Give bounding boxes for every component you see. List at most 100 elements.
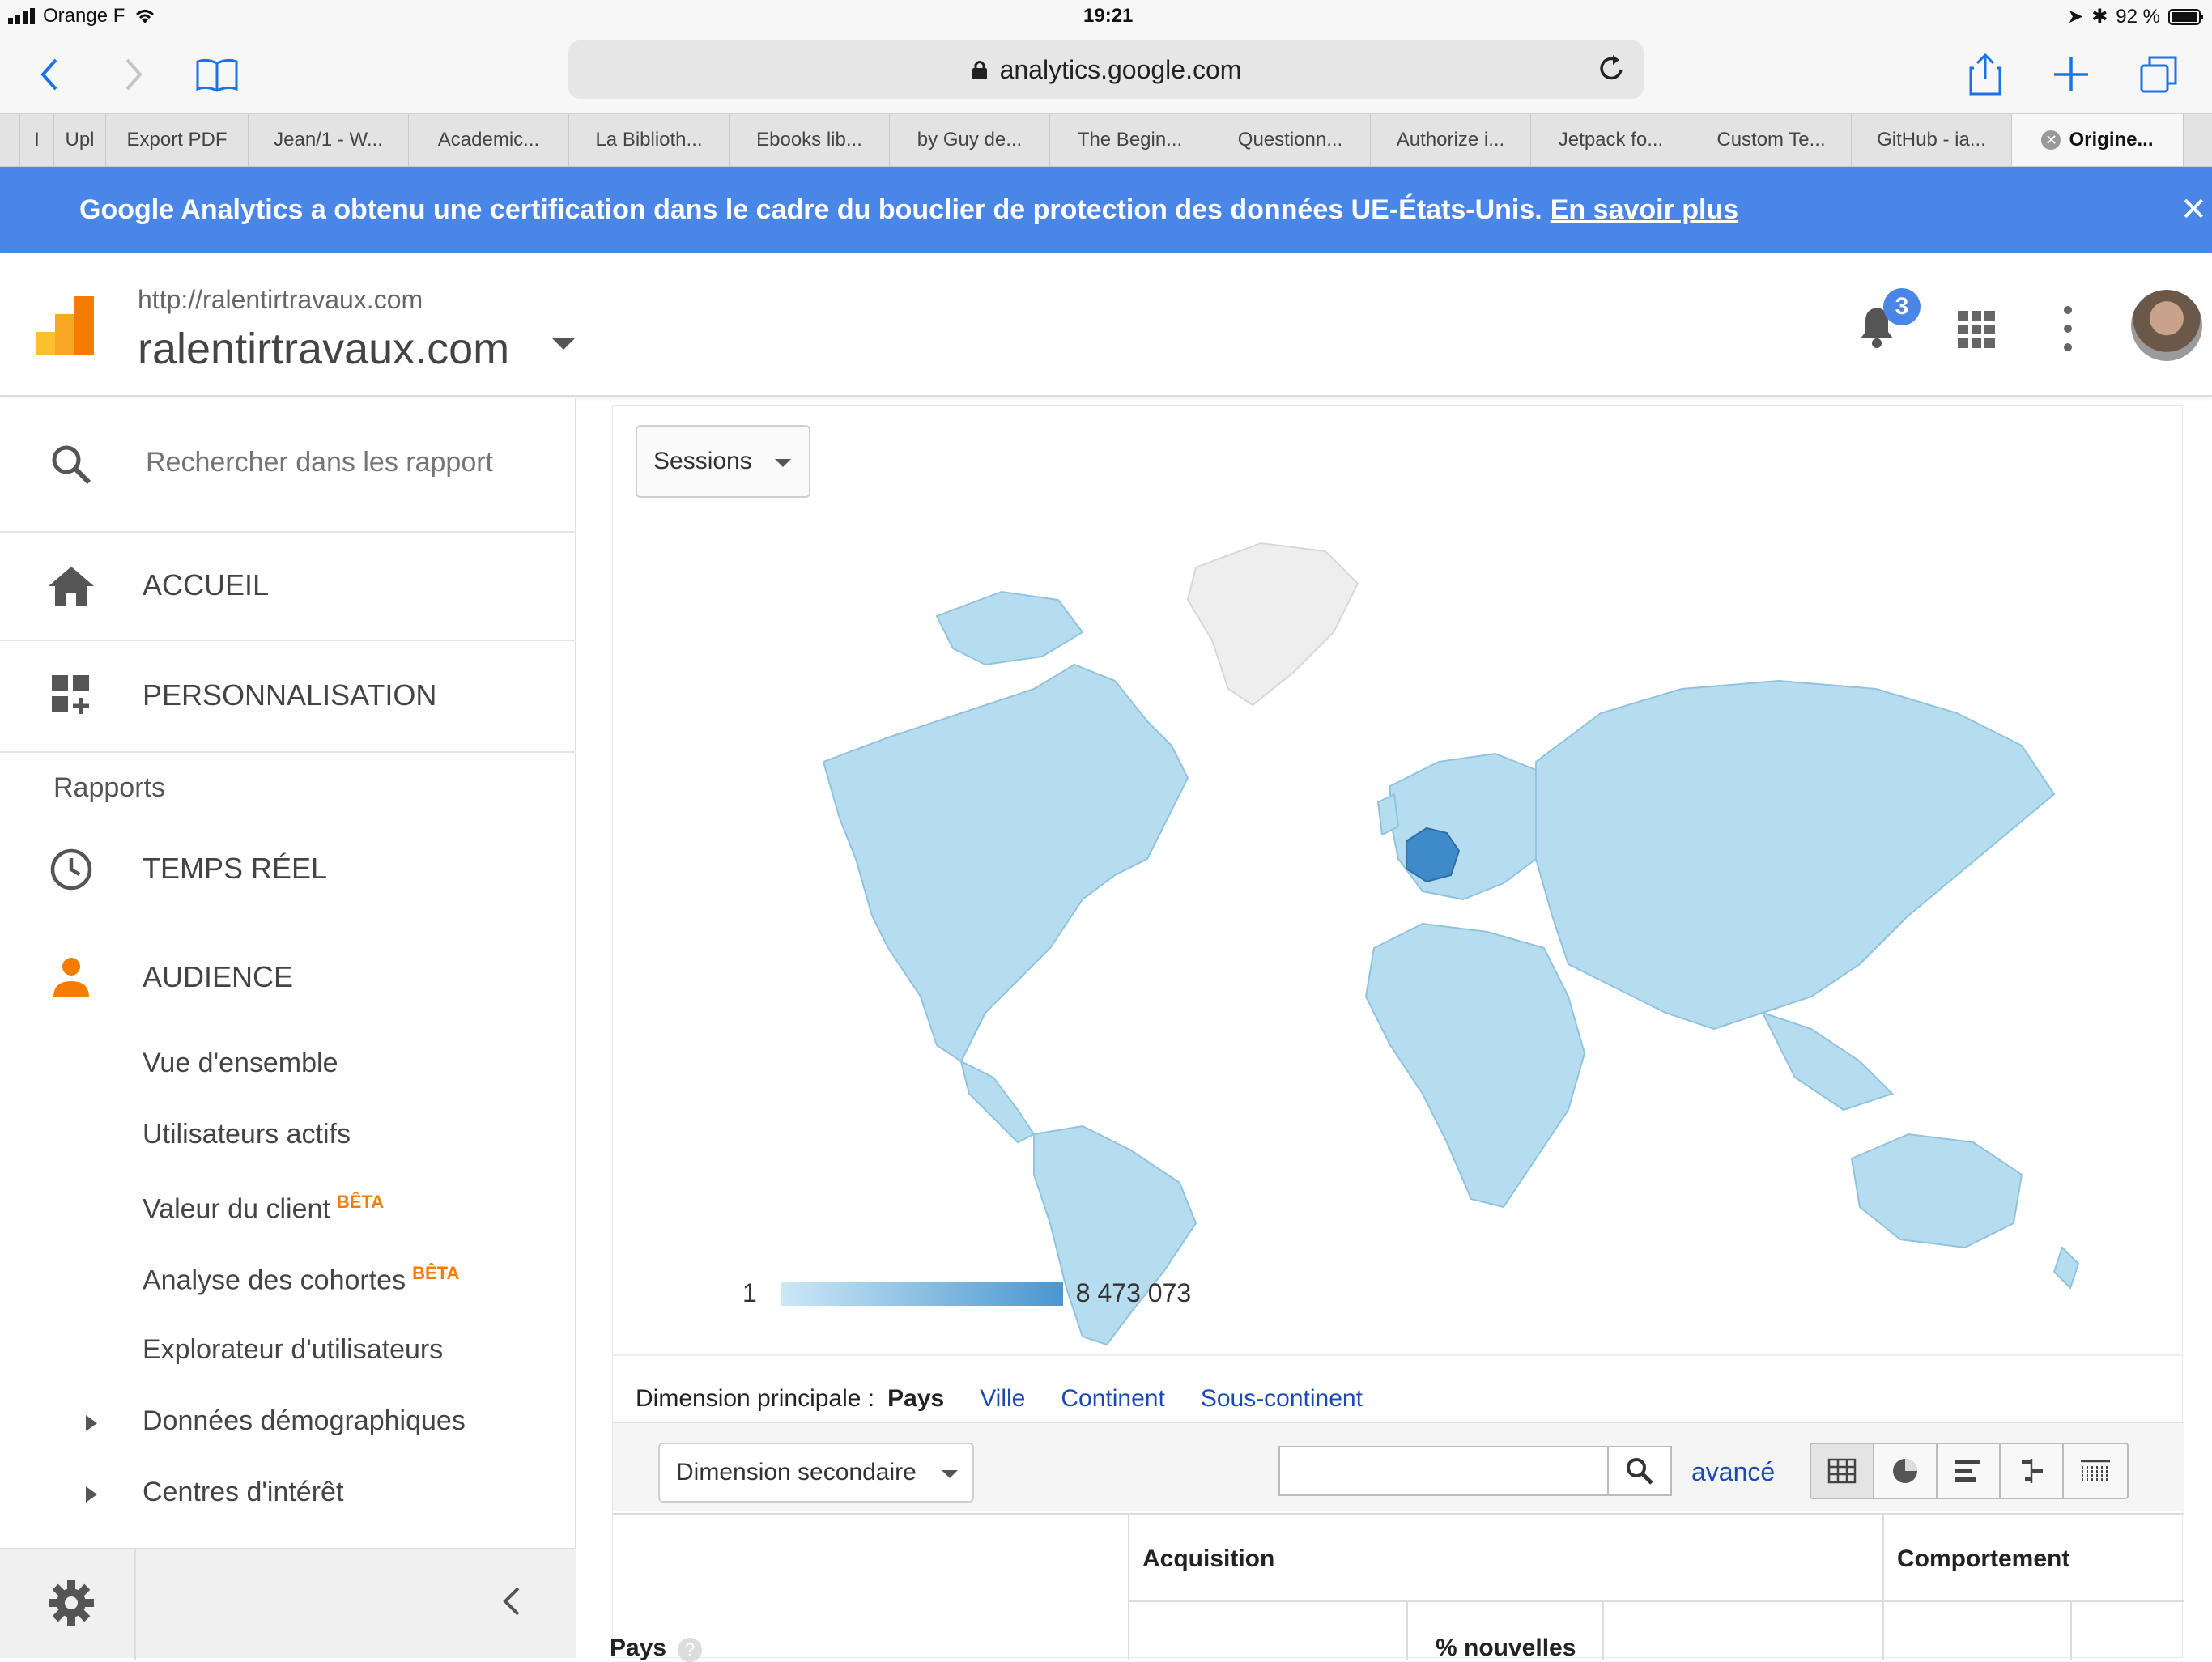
caret-down-icon	[775, 459, 791, 467]
gear-icon[interactable]	[45, 1577, 97, 1629]
tab[interactable]: La Biblioth...	[569, 114, 730, 166]
column-group-behavior: Comportement	[1897, 1545, 2070, 1572]
status-bar: Orange F 19:21 ➤ ✱ 92 %	[0, 0, 2212, 36]
caret-down-icon[interactable]	[552, 338, 575, 350]
dimension-subcontinent[interactable]: Sous-continent	[1201, 1385, 1363, 1413]
back-button[interactable]	[24, 50, 73, 99]
help-icon[interactable]: ?	[678, 1638, 703, 1662]
view-comparison-button[interactable]	[2001, 1444, 2064, 1498]
divider	[2070, 1600, 2072, 1660]
tab[interactable]: GitHub - ia...	[1852, 114, 2012, 166]
notification-badge[interactable]: 3	[1883, 288, 1921, 325]
metric-select[interactable]: Sessions	[636, 425, 810, 498]
divider	[1882, 1515, 1884, 1660]
forward-button[interactable]	[110, 50, 159, 99]
tab[interactable]: Custom Te...	[1691, 114, 1852, 166]
tab[interactable]	[0, 114, 20, 166]
view-pie-button[interactable]	[1874, 1444, 1938, 1498]
map-asia	[1535, 679, 2056, 1031]
sidebar-subitem-active-users[interactable]: Utilisateurs actifs	[143, 1119, 351, 1150]
dimension-continent[interactable]: Continent	[1061, 1385, 1164, 1413]
reload-icon[interactable]	[1597, 53, 1626, 84]
search-icon	[52, 445, 91, 485]
sidebar-subitem-demographics[interactable]: Données démographiques	[143, 1405, 466, 1437]
tab[interactable]: Jean/1 - W...	[249, 114, 409, 166]
dimension-city[interactable]: Ville	[980, 1385, 1025, 1413]
tabs-button[interactable]	[2134, 50, 2183, 99]
caret-down-icon	[942, 1470, 958, 1478]
map-uk	[1376, 793, 1400, 836]
legend-min: 1	[742, 1278, 757, 1307]
info-banner: Google Analytics a obtenu une certificat…	[0, 167, 2212, 253]
more-vert-icon[interactable]	[2061, 306, 2074, 351]
chevron-right-icon	[125, 58, 143, 91]
view-bar-button[interactable]	[1938, 1444, 2001, 1498]
map-new-zealand	[2052, 1246, 2080, 1290]
battery-label: 92 %	[2116, 5, 2160, 28]
sidebar-subitem-overview[interactable]: Vue d'ensemble	[143, 1048, 338, 1079]
tab[interactable]: Academic...	[409, 114, 569, 166]
clock: 19:21	[1083, 5, 1134, 27]
view-table-button[interactable]	[1811, 1444, 1874, 1498]
tabs-icon	[2140, 56, 2177, 93]
close-icon[interactable]: ✕	[2180, 191, 2207, 228]
avatar[interactable]	[2131, 290, 2202, 361]
divider	[0, 531, 576, 533]
sidebar-subitem-cohort[interactable]: Analyse des cohortes BÊTA	[143, 1263, 459, 1296]
sidebar-item-audience[interactable]: AUDIENCE	[0, 933, 576, 1022]
filter-input[interactable]	[1285, 1452, 1606, 1490]
subitem-label: Analyse des cohortes	[143, 1265, 406, 1296]
sidebar-item-home[interactable]: ACCUEIL	[0, 541, 576, 630]
sidebar: ACCUEIL PERSONNALISATION Rapports TEMPS …	[0, 398, 576, 1660]
sidebar-subitem-lifetime-value[interactable]: Valeur du client BÊTA	[143, 1192, 384, 1225]
home-icon	[49, 567, 94, 606]
tab[interactable]: I	[20, 114, 54, 166]
tab[interactable]: Upl	[54, 114, 106, 166]
new-tab-button[interactable]	[2047, 50, 2095, 99]
search-input[interactable]	[146, 442, 534, 482]
expand-triangle-icon[interactable]	[86, 1415, 97, 1431]
wifi-icon	[136, 10, 155, 23]
banner-link[interactable]: En savoir plus	[1551, 194, 1738, 226]
sidebar-item-realtime[interactable]: TEMPS RÉEL	[0, 824, 576, 913]
account-selector[interactable]: ralentirtravaux.com	[138, 324, 509, 374]
tab[interactable]: Questionn...	[1210, 114, 1371, 166]
view-pivot-button[interactable]	[2064, 1444, 2127, 1498]
expand-triangle-icon[interactable]	[86, 1486, 97, 1503]
person-icon	[53, 958, 89, 997]
chevron-left-icon[interactable]	[502, 1585, 521, 1617]
tab[interactable]: The Begin...	[1050, 114, 1210, 166]
analytics-logo-icon	[36, 296, 94, 355]
divider	[0, 640, 576, 641]
advanced-filter-link[interactable]: avancé	[1691, 1457, 1775, 1487]
dashboard-add-icon	[52, 675, 89, 714]
tab[interactable]: Authorize i...	[1371, 114, 1531, 166]
secondary-dimension-select[interactable]: Dimension secondaire	[658, 1443, 974, 1503]
column-header-label: Pays	[610, 1634, 667, 1661]
tab[interactable]: by Guy de...	[890, 114, 1050, 166]
apps-grid-icon[interactable]	[1958, 311, 1995, 348]
sidebar-item-customization[interactable]: PERSONNALISATION	[0, 651, 576, 740]
map-south-america	[1033, 1124, 1197, 1346]
chevron-left-icon	[40, 58, 57, 91]
tab-active[interactable]: ✕ Origine...	[2012, 114, 2184, 166]
tab[interactable]: Ebooks lib...	[730, 114, 890, 166]
share-button[interactable]	[1961, 50, 2010, 99]
world-map[interactable]	[694, 495, 2087, 1353]
app-header: http://ralentirtravaux.com ralentirtrava…	[0, 253, 2212, 397]
divider	[1128, 1515, 1129, 1660]
close-tab-icon[interactable]: ✕	[2041, 130, 2061, 150]
filter-search-button[interactable]	[1607, 1447, 1670, 1494]
dimension-country[interactable]: Pays	[887, 1385, 944, 1413]
account-url: http://ralentirtravaux.com	[138, 285, 423, 314]
sidebar-subitem-user-explorer[interactable]: Explorateur d'utilisateurs	[143, 1334, 443, 1366]
pivot-icon	[2081, 1460, 2110, 1482]
bookmarks-button[interactable]	[193, 50, 241, 99]
tab[interactable]: Export PDF	[106, 114, 249, 166]
report-panel: Sessions 1 8 473 073 Dimension principal…	[610, 405, 2184, 1662]
tab[interactable]: Jetpack fo...	[1531, 114, 1691, 166]
signal-icon	[8, 8, 35, 24]
address-bar[interactable]: analytics.google.com	[568, 40, 1644, 99]
sidebar-subitem-interests[interactable]: Centres d'intérêt	[143, 1477, 343, 1508]
status-right: ➤ ✱ 92 %	[2067, 5, 2204, 28]
